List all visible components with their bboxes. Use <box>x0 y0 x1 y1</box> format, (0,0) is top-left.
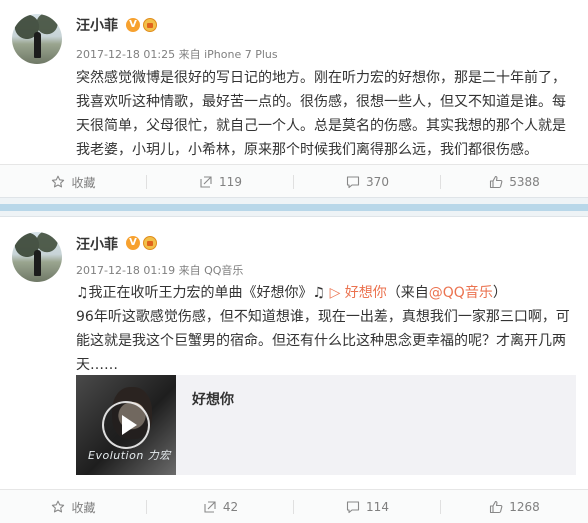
favorite-label: 收藏 <box>71 175 96 190</box>
crown-badge-icon[interactable] <box>143 236 157 250</box>
action-bar: 收藏 119 370 5388 <box>0 164 588 198</box>
like-button[interactable]: 5388 <box>441 165 588 199</box>
post-text-block: ♫我正在收听王力宏的单曲《好想你》♫ ▷ 好想你（来自@QQ音乐） 96年听这歌… <box>76 281 576 377</box>
favorite-button[interactable]: 收藏 <box>0 165 147 199</box>
vip-badge-icon[interactable]: V <box>126 18 140 32</box>
song-link[interactable]: ▷ 好想你 <box>330 285 387 301</box>
qq-music-link[interactable]: @QQ音乐 <box>429 285 493 301</box>
avatar-figure <box>34 32 41 58</box>
post-separator <box>0 197 588 217</box>
album-cover[interactable]: Evolution 力宏 <box>76 375 176 475</box>
comment-button[interactable]: 114 <box>294 490 441 523</box>
now-playing-text: ♫我正在收听王力宏的单曲《好想你》♫ <box>76 285 330 301</box>
now-playing-line: ♫我正在收听王力宏的单曲《好想你》♫ ▷ 好想你（来自@QQ音乐） <box>76 281 576 305</box>
separator-stripe <box>0 204 588 211</box>
post-meta[interactable]: 2017-12-18 01:25 来自 iPhone 7 Plus <box>76 46 278 62</box>
like-count: 1268 <box>509 500 540 514</box>
repost-count: 42 <box>222 500 239 514</box>
star-icon <box>51 175 65 189</box>
star-icon <box>51 500 65 514</box>
source-paren-close: ） <box>492 285 507 301</box>
post-text: 96年听这歌感觉伤感，但不知道想谁，现在一出差，真想我们一家那三口啊，可能这就是… <box>76 309 570 373</box>
repost-count: 119 <box>219 175 242 189</box>
avatar[interactable] <box>12 14 62 64</box>
comment-count: 114 <box>366 500 389 514</box>
comment-icon <box>346 175 360 189</box>
crown-badge-icon[interactable] <box>143 18 157 32</box>
favorite-label: 收藏 <box>71 500 96 515</box>
author-name[interactable]: 汪小菲 <box>76 15 118 35</box>
like-count: 5388 <box>509 175 540 189</box>
author-name[interactable]: 汪小菲 <box>76 234 118 254</box>
vip-badge-icon[interactable]: V <box>126 236 140 250</box>
repost-icon <box>203 500 217 514</box>
weibo-post: 汪小菲 V 2017-12-18 01:25 来自 iPhone 7 Plus … <box>0 0 588 198</box>
avatar-figure <box>34 250 41 276</box>
action-bar: 收藏 42 114 1268 <box>0 489 588 523</box>
post-text: 突然感觉微博是很好的写日记的地方。刚在听力宏的好想你，那是二十年前了，我喜欢听这… <box>76 70 566 158</box>
repost-button[interactable]: 42 <box>147 490 294 523</box>
post-meta[interactable]: 2017-12-18 01:19 来自 QQ音乐 <box>76 262 243 278</box>
music-card[interactable]: Evolution 力宏 好想你 <box>76 375 576 475</box>
album-cover-text: Evolution 力宏 <box>88 449 171 462</box>
comment-icon <box>346 500 360 514</box>
like-button[interactable]: 1268 <box>441 490 588 523</box>
play-icon[interactable] <box>102 401 150 449</box>
like-icon <box>489 175 503 189</box>
avatar[interactable] <box>12 232 62 282</box>
repost-icon <box>199 175 213 189</box>
comment-button[interactable]: 370 <box>294 165 441 199</box>
source-paren-open: （来自 <box>386 285 429 301</box>
repost-button[interactable]: 119 <box>147 165 294 199</box>
music-title[interactable]: 好想你 <box>192 389 234 409</box>
like-icon <box>489 500 503 514</box>
weibo-post: 汪小菲 V 2017-12-18 01:19 来自 QQ音乐 ♫我正在收听王力宏… <box>0 217 588 523</box>
comment-count: 370 <box>366 175 389 189</box>
favorite-button[interactable]: 收藏 <box>0 490 147 523</box>
